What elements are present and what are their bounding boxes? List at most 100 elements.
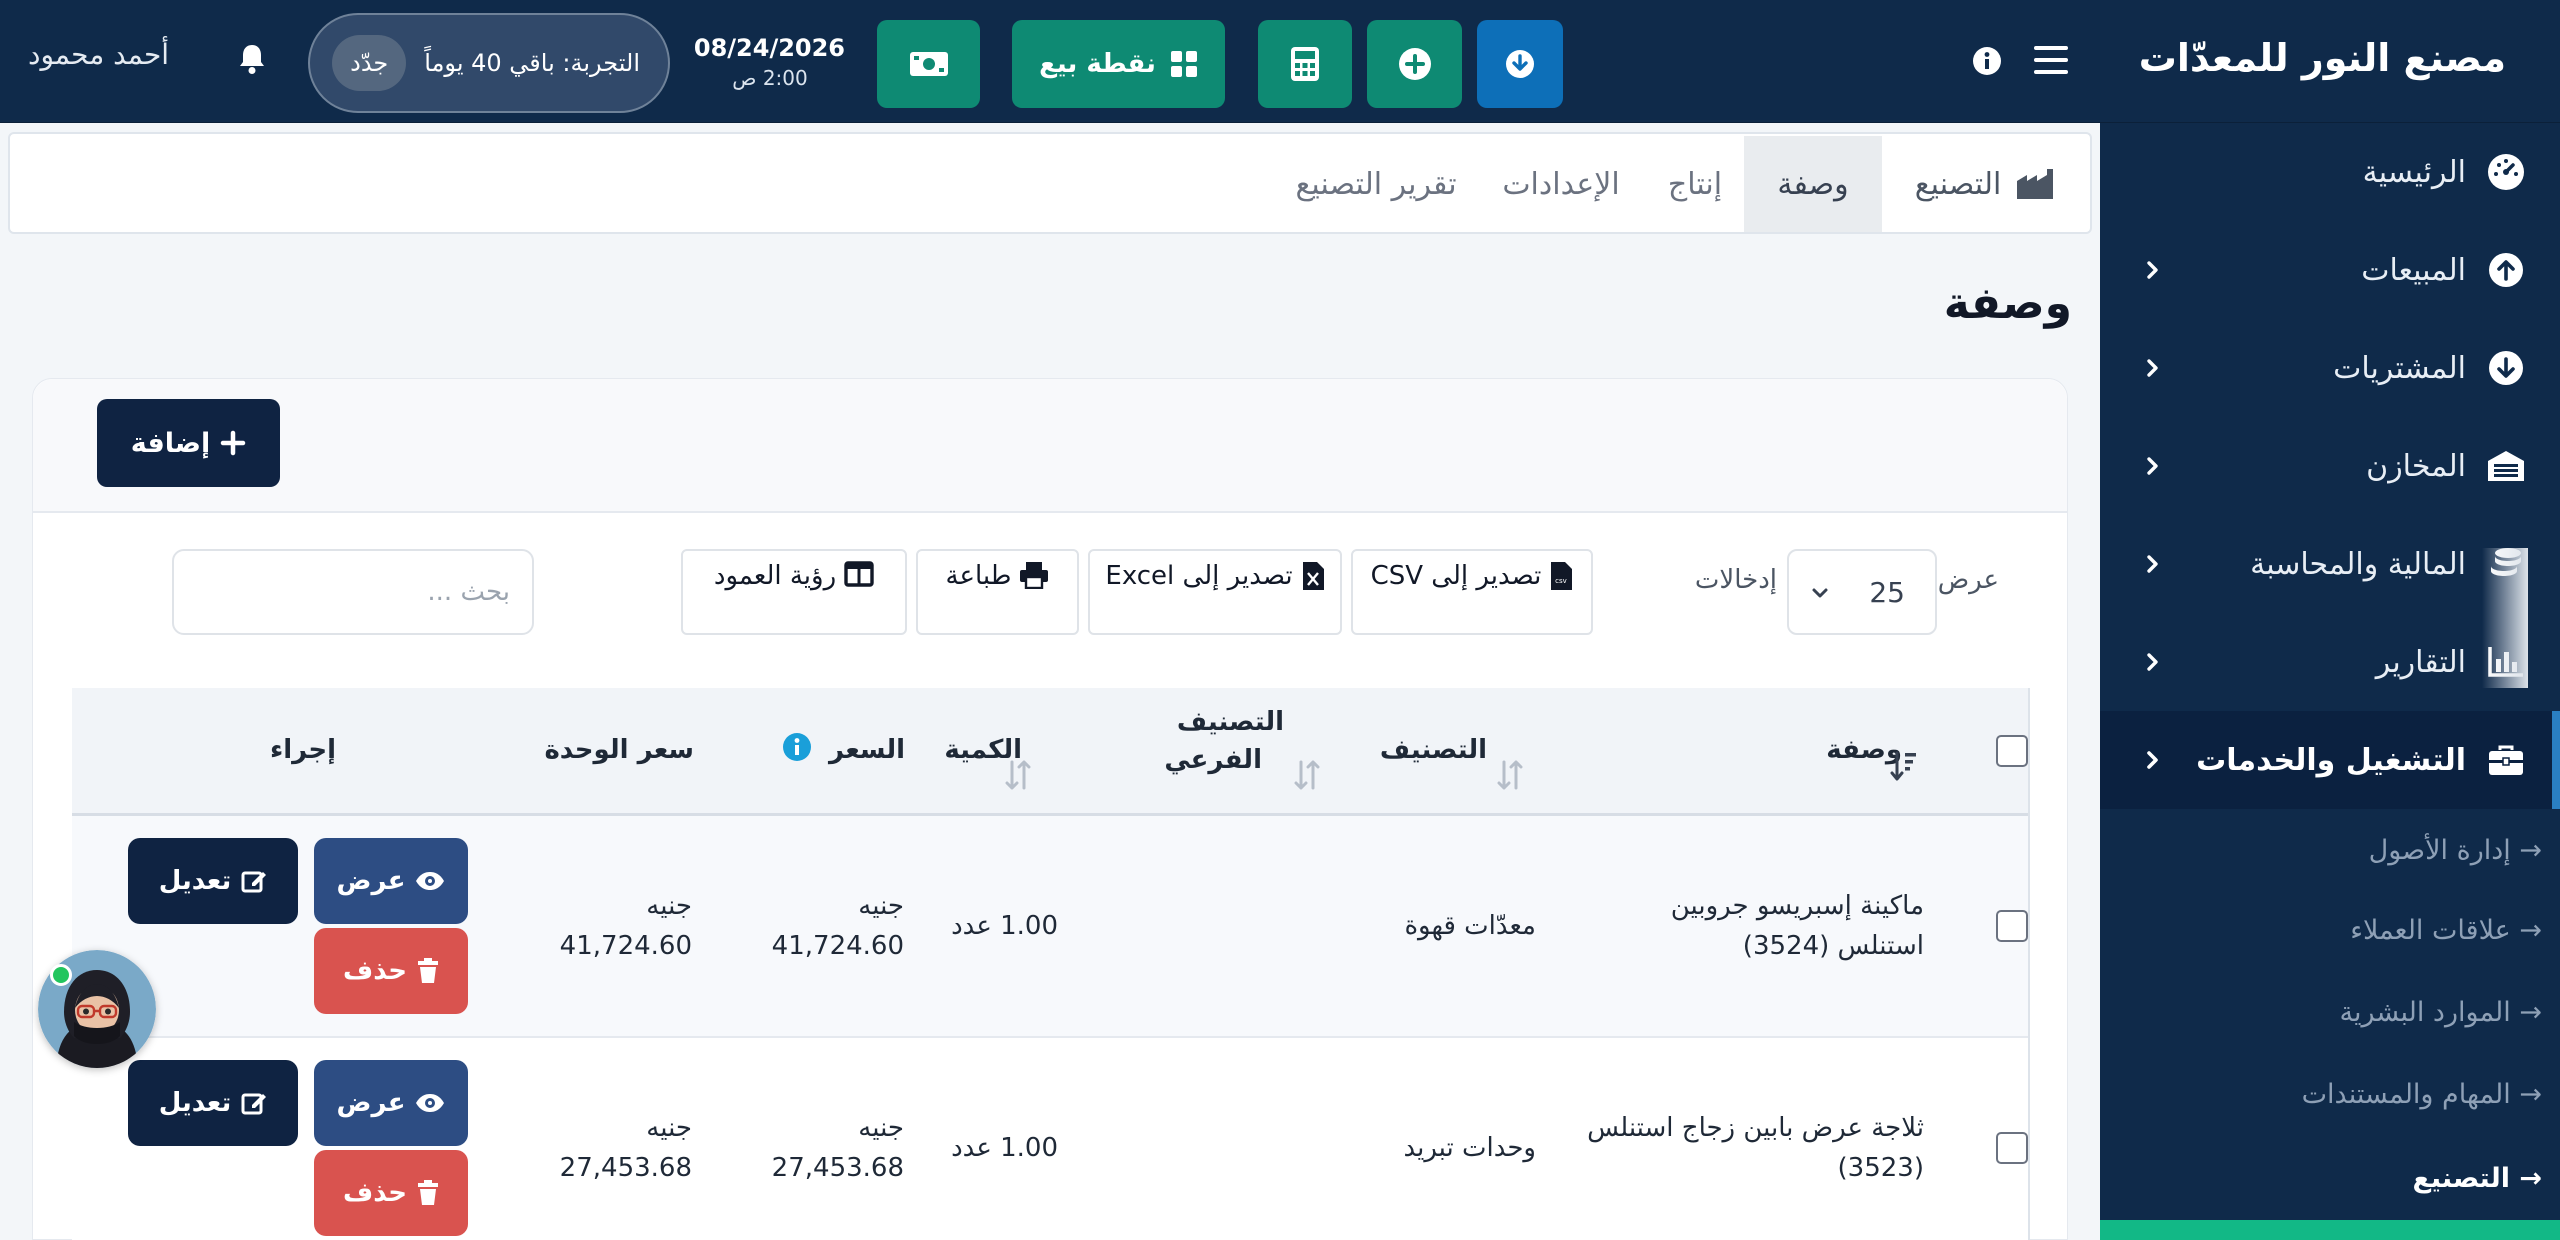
sidebar-subitem-crm[interactable]: → علاقات العملاء: [2350, 915, 2542, 946]
table-row: ثلاجة عرض بابين زجاج استنلس (3523) وحدات…: [72, 1038, 2028, 1240]
delete-label: حذف: [343, 956, 407, 986]
delete-label: حذف: [343, 1178, 407, 1208]
chevron-icon: [2142, 353, 2162, 383]
cash-icon: [909, 50, 949, 78]
unit-price-currency: جنيه: [646, 891, 692, 921]
sidebar-bottom-strip: [2100, 1220, 2560, 1240]
renew-button[interactable]: جدّد: [332, 35, 407, 91]
sidebar-subitem-hr[interactable]: → الموارد البشرية: [2340, 997, 2543, 1028]
download-button[interactable]: [1477, 20, 1563, 108]
select-all-checkbox[interactable]: [1996, 735, 2028, 767]
chevron-icon: [2142, 255, 2162, 285]
user-name[interactable]: أحمد محمود: [28, 38, 169, 71]
unit-price-value: 41,724.60: [559, 931, 692, 962]
arrow-down-circle-icon: [2486, 348, 2526, 388]
calculator-icon: [1290, 46, 1320, 82]
edit-icon: [241, 868, 267, 894]
row-checkbox[interactable]: [1996, 1132, 2028, 1164]
brand-title[interactable]: مصنع النور للمعدّات: [2139, 36, 2506, 80]
info-icon[interactable]: [1972, 46, 2002, 76]
menu-icon[interactable]: [2030, 42, 2072, 78]
delete-button[interactable]: حذف: [314, 928, 468, 1014]
tab-production[interactable]: إنتاج: [1646, 136, 1744, 232]
edit-label: تعديل: [158, 866, 232, 896]
sort-icon[interactable]: [1004, 758, 1032, 792]
table-controls: عرض 25 إدخالات csv تصدير إلى CSV تصدير إ…: [33, 513, 2067, 668]
recipe-quantity: 1.00 عدد: [951, 1133, 1058, 1163]
add-button[interactable]: إضافة: [97, 399, 280, 487]
view-button[interactable]: عرض: [314, 838, 468, 924]
search-input[interactable]: [172, 549, 534, 635]
printer-icon: [1019, 561, 1049, 589]
sidebar-item-sales[interactable]: المبيعات: [2100, 221, 2560, 319]
column-header-unit-price[interactable]: سعر الوحدة: [544, 732, 694, 770]
edit-button[interactable]: تعديل: [128, 838, 298, 924]
chevron-down-icon: [1811, 584, 1829, 602]
calculator-button[interactable]: [1258, 20, 1352, 108]
tab-settings[interactable]: الإعدادات: [1476, 136, 1646, 232]
column-header-price[interactable]: السعر: [829, 732, 905, 770]
recipe-name[interactable]: ثلاجة عرض بابين زجاج استنلس (3523): [1587, 1108, 1924, 1189]
horizontal-scroll-shadow: [2482, 548, 2528, 688]
price-currency: جنيه: [858, 1113, 904, 1143]
table-header: وصفة التصنيف التصنيف الفرعي الكمية السعر…: [72, 688, 2028, 816]
sidebar-item-home[interactable]: الرئيسية: [2100, 123, 2560, 221]
columns-icon: [844, 561, 874, 587]
column-header-subcategory[interactable]: التصنيف الفرعي: [1164, 704, 1284, 779]
info-icon[interactable]: [782, 732, 812, 762]
export-excel-button[interactable]: تصدير إلى Excel: [1088, 549, 1342, 635]
bell-icon[interactable]: [237, 42, 267, 76]
view-label: عرض: [336, 866, 406, 896]
recipe-price: جنيه 27,453.68: [772, 1108, 904, 1189]
sidebar-item-operations[interactable]: التشغيل والخدمات: [2100, 711, 2560, 809]
tab-manufacturing[interactable]: التصنيع: [1882, 136, 2088, 232]
sidebar-item-label: التشغيل والخدمات: [2196, 742, 2466, 778]
recipe-name[interactable]: ماكينة إسبريسو جروبين استنلس (3524): [1671, 886, 1924, 967]
row-checkbox[interactable]: [1996, 910, 2028, 942]
sort-icon[interactable]: [1293, 758, 1321, 792]
print-button[interactable]: طباعة: [916, 549, 1079, 635]
column-header-category[interactable]: التصنيف: [1380, 732, 1487, 770]
add-button-label: إضافة: [130, 427, 211, 459]
column-visibility-button[interactable]: رؤية العمود: [681, 549, 907, 635]
pos-button[interactable]: نقطة بيع: [1012, 20, 1225, 108]
trash-icon: [417, 958, 439, 984]
warehouse-icon: [2486, 446, 2526, 486]
briefcase-icon: [2486, 740, 2526, 780]
sort-icon[interactable]: [1496, 758, 1524, 792]
quick-add-button[interactable]: [1367, 20, 1462, 108]
current-date: 08/24/2026: [693, 34, 845, 62]
column-header-action: إجراء: [269, 735, 336, 765]
chevron-icon: [2142, 451, 2162, 481]
sidebar-subitem-tasks[interactable]: → المهام والمستندات: [2302, 1079, 2542, 1110]
tab-recipe[interactable]: وصفة: [1744, 136, 1882, 232]
recipe-quantity: 1.00 عدد: [951, 911, 1058, 941]
price-value: 27,453.68: [771, 1153, 904, 1184]
tab-manufacturing-report[interactable]: تقرير التصنيع: [1276, 136, 1476, 232]
grid-icon: [1170, 50, 1198, 78]
sort-desc-icon[interactable]: [1890, 750, 1918, 784]
trash-icon: [417, 1180, 439, 1206]
delete-button[interactable]: حذف: [314, 1150, 468, 1236]
sidebar-item-purchases[interactable]: المشتريات: [2100, 319, 2560, 417]
recipe-name-line1: ثلاجة عرض بابين زجاج استنلس: [1587, 1113, 1924, 1143]
subcategory-header-line1: التصنيف: [1176, 707, 1284, 737]
page-length-select[interactable]: 25: [1787, 549, 1937, 635]
top-bar: مصنع النور للمعدّات نقطة بيع 08/24/2026 …: [0, 0, 2560, 123]
edit-button[interactable]: تعديل: [128, 1060, 298, 1146]
tab-label: التصنيع: [1914, 166, 2002, 202]
export-csv-button[interactable]: csv تصدير إلى CSV: [1351, 549, 1593, 635]
chevron-icon: [2142, 549, 2162, 579]
recipes-table: وصفة التصنيف التصنيف الفرعي الكمية السعر…: [40, 688, 2030, 1240]
plus-icon: [220, 430, 246, 456]
sidebar-subitem-assets[interactable]: → إدارة الأصول: [2369, 835, 2542, 866]
cash-register-button[interactable]: [877, 20, 980, 108]
trial-text: التجربة: باقي 40 يوماً: [424, 49, 640, 77]
sidebar-item-warehouses[interactable]: المخازن: [2100, 417, 2560, 515]
trial-pill: التجربة: باقي 40 يوماً جدّد: [308, 13, 670, 113]
chevron-icon: [2142, 745, 2162, 775]
view-button[interactable]: عرض: [314, 1060, 468, 1146]
sidebar-subitem-manufacturing[interactable]: → التصنيع: [2412, 1163, 2542, 1194]
recipe-name-line2: (3523): [1837, 1153, 1924, 1184]
export-excel-label: تصدير إلى Excel: [1105, 561, 1293, 591]
